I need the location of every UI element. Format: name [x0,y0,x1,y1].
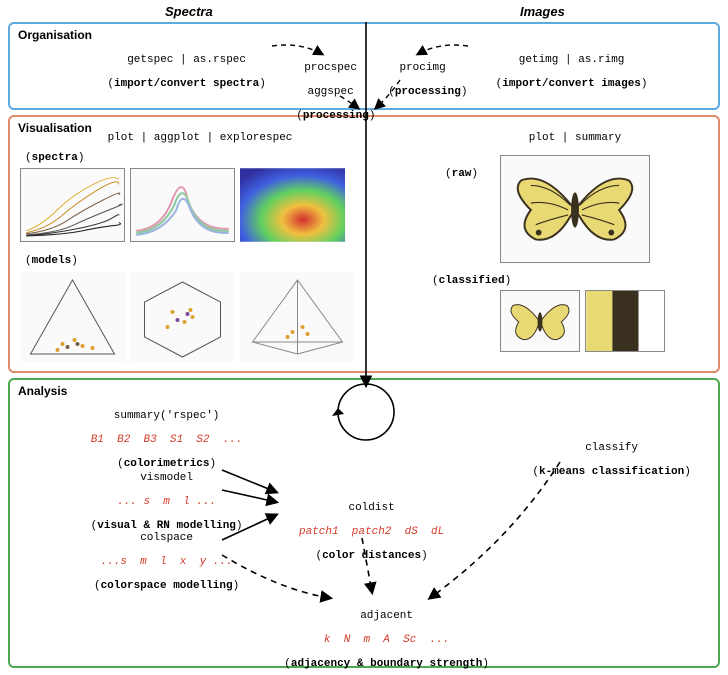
header-images: Images [520,4,565,19]
block-classify: classify (k-means classification) [505,430,705,478]
vars-adjacent: k N m A Sc ... [324,634,449,646]
block-getimg: getimg | as.rimg (import/convert images) [465,42,665,90]
vis-classified-lbl: (classified) [432,275,511,287]
vars-summary: B1 B2 B3 S1 S2 ... [91,434,243,446]
block-coldist: coldist patch1 patch2 dS dL (color dista… [270,490,460,562]
section-title-an: Analysis [18,384,67,398]
vis-raw-lbl: (raw) [445,168,478,180]
desc-getimg: import/convert images [502,78,641,90]
block-colspace: colspace ...s m l x y ... (colorspace mo… [60,520,260,592]
fn-getspec: getspec | as.rspec [127,54,246,66]
fn-procspec: procspec [304,62,357,74]
header-spectra: Spectra [165,4,213,19]
section-title-org: Organisation [18,28,92,42]
section-title-vis: Visualisation [18,121,92,135]
plot-model-tetra [240,272,355,362]
vis-images-fn: plot | summary [490,132,660,144]
vars-colspace: ...s m l x y ... [101,556,233,568]
vis-spectra-lbl: (spectra) [25,152,84,164]
fn-coldist: coldist [348,502,394,514]
fn-colspace: colspace [140,532,193,544]
image-palette-classified [585,290,665,352]
block-procimg: procimg (processing) [375,50,457,98]
vis-models-lbl: (models) [25,255,78,267]
block-procspec: procspec aggspec (processing) [283,50,365,122]
desc-coldist: color distances [322,550,421,562]
plot-spectra-lines [20,168,125,242]
plot-model-triangle [20,272,125,362]
fn-vismodel: vismodel [140,472,193,484]
desc-classify: k-means classification [539,466,684,478]
block-adjacent: adjacent k N m A Sc ... (adjacency & bou… [270,598,490,670]
desc-procspec: processing [303,110,369,122]
image-butterfly-classified [500,290,580,352]
vars-vismodel: ... s m l ... [117,496,216,508]
image-butterfly-raw [500,155,650,263]
block-getspec: getspec | as.rspec (import/convert spect… [80,42,280,90]
fn-adjacent: adjacent [360,610,413,622]
fn-aggspec: aggspec [307,86,353,98]
desc-colspace: colorspace modelling [101,580,233,592]
plot-heatmap [240,168,345,242]
plot-model-hexagon [130,272,235,362]
plot-spectra-bands [130,168,235,242]
desc-adjacent: adjacency & boundary strength [291,658,482,670]
vars-coldist: patch1 patch2 dS dL [299,526,444,538]
desc-procimg: processing [395,86,461,98]
fn-summary: summary('rspec') [114,410,220,422]
desc-getspec: import/convert spectra [114,78,259,90]
vis-spectra-fn: plot | aggplot | explorespec [85,132,315,144]
fn-getimg: getimg | as.rimg [519,54,625,66]
fn-procimg: procimg [399,62,445,74]
fn-classify: classify [585,442,638,454]
